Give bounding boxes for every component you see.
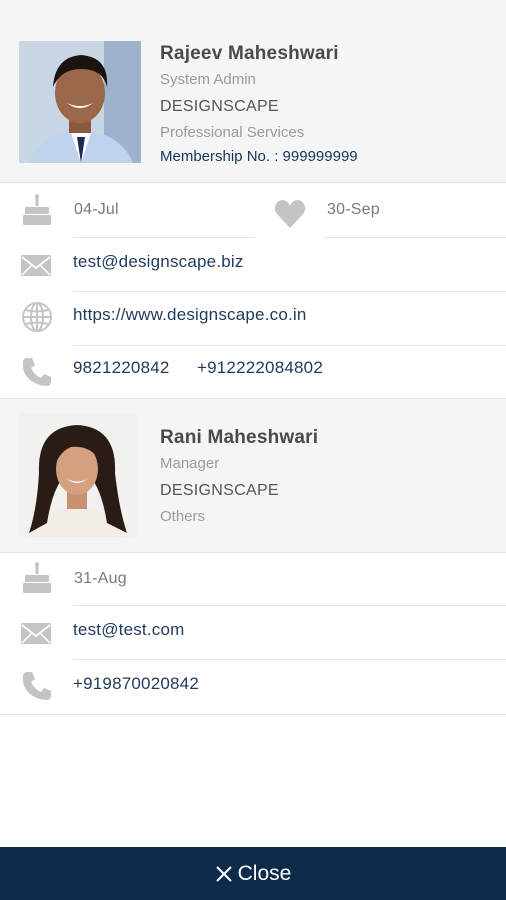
contact-role: Manager [160,455,220,472]
contact-company: DESIGNSCAPE [160,98,279,115]
birthday-date: 04-Jul [74,201,119,218]
cake-icon [20,193,54,227]
birthday-date: 31-Aug [74,570,127,587]
email-link[interactable]: test@test.com [73,620,185,640]
dates-row: 31-Aug [0,552,506,606]
cake-icon [20,561,54,595]
email-row[interactable]: test@test.com [0,606,506,660]
phone-icon [20,355,54,389]
heart-icon [273,197,307,231]
close-label: Close [237,861,292,885]
close-icon [215,865,233,883]
contact-name: Rajeev Maheshwari [160,43,339,64]
avatar-photo [19,41,141,163]
close-button[interactable]: Close [0,847,506,900]
phone-icon [20,669,54,703]
phone-number-primary[interactable]: 9821220842 [73,358,170,378]
email-row[interactable]: test@designscape.biz [0,238,506,292]
envelope-icon [19,248,53,282]
contact-header-secondary: Rani Maheshwari Manager DESIGNSCAPE Othe… [0,398,506,553]
contact-industry: Professional Services [160,124,305,141]
anniversary-date: 30-Sep [327,201,380,218]
contact-role: System Admin [160,71,256,88]
dates-row: 04-Jul 30-Sep [0,183,506,238]
website-link[interactable]: https://www.designscape.co.in [73,305,307,325]
contact-company: DESIGNSCAPE [160,482,279,499]
membership-number: Membership No. : 999999999 [160,148,358,165]
phone-row: +919870020842 [0,660,506,715]
website-row[interactable]: https://www.designscape.co.in [0,292,506,346]
phone-number-primary[interactable]: +919870020842 [73,674,199,694]
phone-number-secondary[interactable]: +912222084802 [197,358,323,378]
globe-icon [20,300,54,334]
phone-row: 9821220842 +912222084802 [0,346,506,398]
contact-industry: Others [160,508,206,525]
divider [0,714,506,715]
contact-header-primary: Rajeev Maheshwari System Admin DESIGNSCA… [0,0,506,183]
envelope-icon [19,616,53,650]
contact-name: Rani Maheshwari [160,427,319,448]
email-link[interactable]: test@designscape.biz [73,252,244,272]
avatar-photo [19,413,137,537]
